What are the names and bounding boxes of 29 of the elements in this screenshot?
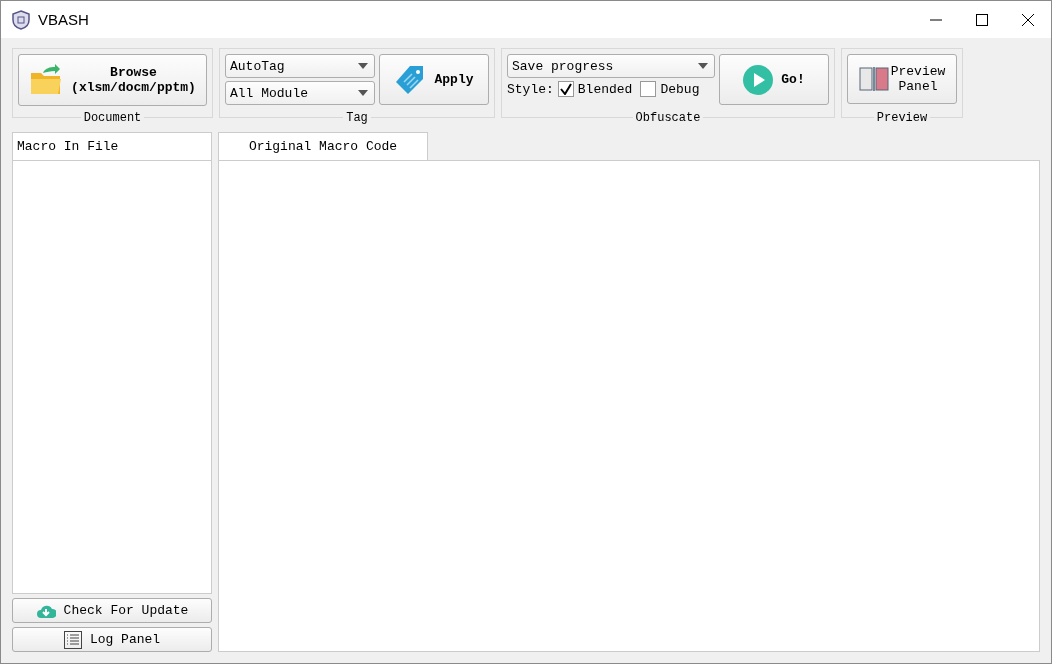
play-icon [743, 64, 774, 95]
checkbox-label: Blended [577, 81, 633, 97]
panels-icon [858, 66, 889, 92]
go-button[interactable]: Go! [719, 54, 829, 105]
close-icon [1022, 13, 1034, 26]
log-panel-button[interactable]: Log Panel [12, 627, 212, 652]
checkbox[interactable] [557, 81, 574, 97]
checkbox[interactable] [640, 81, 657, 97]
maximize-icon [976, 13, 988, 26]
caret-icon [698, 63, 708, 69]
window-title: VBASH [38, 11, 89, 28]
dropdown[interactable]: AutoTag [225, 54, 375, 78]
caret-icon [358, 90, 368, 96]
dropdown[interactable]: All Module [225, 81, 375, 105]
group-title: Tag [343, 111, 371, 125]
preview-panel-button[interactable]: Preview Panel [847, 54, 957, 104]
shield-icon [10, 8, 32, 31]
style-label: Style: [507, 81, 554, 97]
check-icon [559, 83, 572, 95]
checkbox-label: Debug [660, 81, 700, 97]
browse-button[interactable]: Browse (xlsm/docm/pptm) [18, 54, 207, 106]
folder-icon [29, 63, 64, 97]
update-button[interactable]: Check For Update [12, 598, 212, 623]
list-header: Macro In File [13, 133, 211, 161]
caret-icon [358, 63, 368, 69]
list-icon [63, 630, 82, 649]
tab[interactable]: Original Macro Code [218, 132, 428, 160]
dropdown[interactable]: Save progress [507, 54, 715, 78]
apply-button[interactable]: Apply [379, 54, 489, 105]
